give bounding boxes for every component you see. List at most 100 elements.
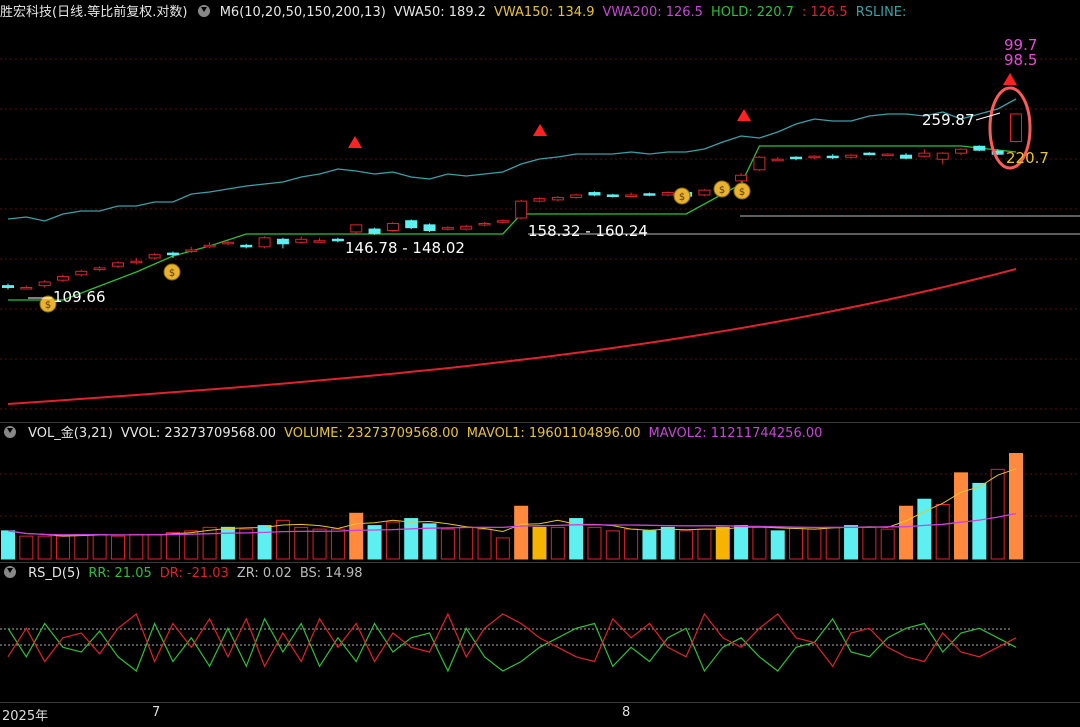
candle-body xyxy=(185,249,198,252)
volume-bar xyxy=(459,526,474,560)
candle-body xyxy=(606,194,619,197)
candle-body xyxy=(588,192,601,196)
candle-body xyxy=(423,224,436,232)
collapse-main-button[interactable] xyxy=(197,5,210,17)
volume-bar xyxy=(844,525,859,560)
candle-body xyxy=(918,152,931,157)
candle-body xyxy=(130,260,143,264)
candle-body xyxy=(38,281,51,287)
money-bag-icon-glyph: $ xyxy=(169,268,175,279)
main-indicators: M6(10,20,50,150,200,13) VWA50: 189.2 VWA15… xyxy=(220,5,915,20)
volume-bar xyxy=(312,528,327,560)
candle-body xyxy=(441,227,454,230)
volume-chart[interactable] xyxy=(0,444,1080,562)
candle-body xyxy=(148,254,161,259)
money-bag-icon-glyph: $ xyxy=(45,300,51,311)
volume-indicator-1: VVOL: 23273709568.00 xyxy=(120,426,277,441)
volume-bar xyxy=(147,533,162,560)
candle-body xyxy=(845,154,858,158)
volume-bar xyxy=(404,518,419,560)
volume-bar xyxy=(660,526,675,560)
candle-body xyxy=(20,286,33,290)
x-label-july: 7 xyxy=(152,705,161,720)
volume-bar xyxy=(825,526,840,560)
candle-body xyxy=(368,228,381,234)
candle-body xyxy=(221,241,234,245)
candle-body xyxy=(826,155,839,159)
volume-bar xyxy=(110,535,125,560)
volume-bar xyxy=(294,526,309,560)
volume-bar xyxy=(184,530,199,560)
candle-body xyxy=(625,194,638,197)
volume-bar xyxy=(550,526,565,560)
main-indicator-3: VWA200: 126.5 xyxy=(602,5,703,20)
volume-bar xyxy=(624,528,639,560)
volume-bar xyxy=(440,528,455,560)
rs-indicator-2: DR: -21.03 xyxy=(159,566,229,581)
signal-triangle-icon xyxy=(533,124,547,136)
volume-bar xyxy=(935,504,950,560)
collapse-rs-button[interactable] xyxy=(4,566,16,578)
volume-bar xyxy=(385,521,400,560)
x-label-year: 2025年 xyxy=(2,709,49,724)
volume-bar xyxy=(257,525,272,560)
volume-bar xyxy=(330,528,345,560)
volume-bar xyxy=(1009,453,1023,560)
signal-triangle-icon xyxy=(737,109,751,121)
volume-bar xyxy=(202,526,217,560)
volume-bar xyxy=(74,533,89,560)
volume-header: VOL_金(3,21) VVOL: 23273709568.00 VOLUME: 2… xyxy=(0,423,838,445)
candle-body xyxy=(166,252,179,256)
candle-body xyxy=(331,238,344,242)
volume-bar xyxy=(349,512,364,560)
candle-body xyxy=(955,148,968,154)
candle-body xyxy=(460,225,473,230)
candle-body xyxy=(808,155,821,159)
candle-body xyxy=(111,262,124,267)
candle-body xyxy=(790,156,803,160)
rs-indicator-1: RR: 21.05 xyxy=(88,566,152,581)
volume-indicator-3: MAVOL1: 19601104896.00 xyxy=(466,426,641,441)
candle-body xyxy=(973,145,986,151)
collapse-volume-button[interactable] xyxy=(4,426,16,438)
main-indicator-2: VWA150: 134.9 xyxy=(494,5,595,20)
price-label: 259.87 xyxy=(922,111,975,129)
volume-indicator-0: VOL_金(3,21) xyxy=(28,426,113,441)
candle-body xyxy=(661,192,674,196)
main-price-chart[interactable]: $$$$ $99.798.5259.87220.7146.78 - 148.021… xyxy=(0,24,1080,422)
hold-label: 220.7 xyxy=(1006,149,1049,167)
volume-bar xyxy=(642,530,657,560)
top-low-label: 98.5 xyxy=(1004,51,1037,69)
candle-body xyxy=(533,198,546,202)
candle-body xyxy=(240,244,253,248)
volume-bar xyxy=(514,505,529,560)
volume-indicator-2: VOLUME: 23273709568.00 xyxy=(284,426,459,441)
dr-series xyxy=(7,612,1017,668)
volume-bar xyxy=(899,505,914,560)
rs-indicators: RS_D(5) RR: 21.05 DR: -21.03 ZR: 0.02 BS: 14… xyxy=(28,566,370,581)
candle-body xyxy=(405,220,418,229)
hold-series xyxy=(8,145,1017,301)
rs-indicator-3: ZR: 0.02 xyxy=(236,566,292,581)
money-bag-icon-glyph: $ xyxy=(679,192,685,203)
stock-title: 胜宏科技(日线.等比前复权.对数) xyxy=(0,5,188,20)
volume-bar xyxy=(220,526,235,560)
volume-bar xyxy=(477,528,492,560)
candle-body xyxy=(698,189,711,196)
main-indicator-4: HOLD: 220.7 xyxy=(710,5,794,20)
candle-body xyxy=(203,244,216,248)
volume-bar xyxy=(37,535,52,560)
volume-bar xyxy=(605,530,620,560)
volume-bar xyxy=(495,537,510,560)
rs-indicator-4: BS: 14.98 xyxy=(299,566,363,581)
main-indicator-0: M6(10,20,50,150,200,13) xyxy=(219,5,386,20)
main-indicator-5: : 126.5 xyxy=(801,5,848,20)
candle-body xyxy=(863,152,876,156)
signal-triangle-icon xyxy=(348,136,362,148)
candle-body xyxy=(643,193,656,196)
rs-chart[interactable] xyxy=(0,585,1080,700)
candle-body xyxy=(295,238,308,243)
volume-bar xyxy=(862,526,877,560)
candle-body xyxy=(478,222,491,226)
volume-bar xyxy=(752,526,767,560)
